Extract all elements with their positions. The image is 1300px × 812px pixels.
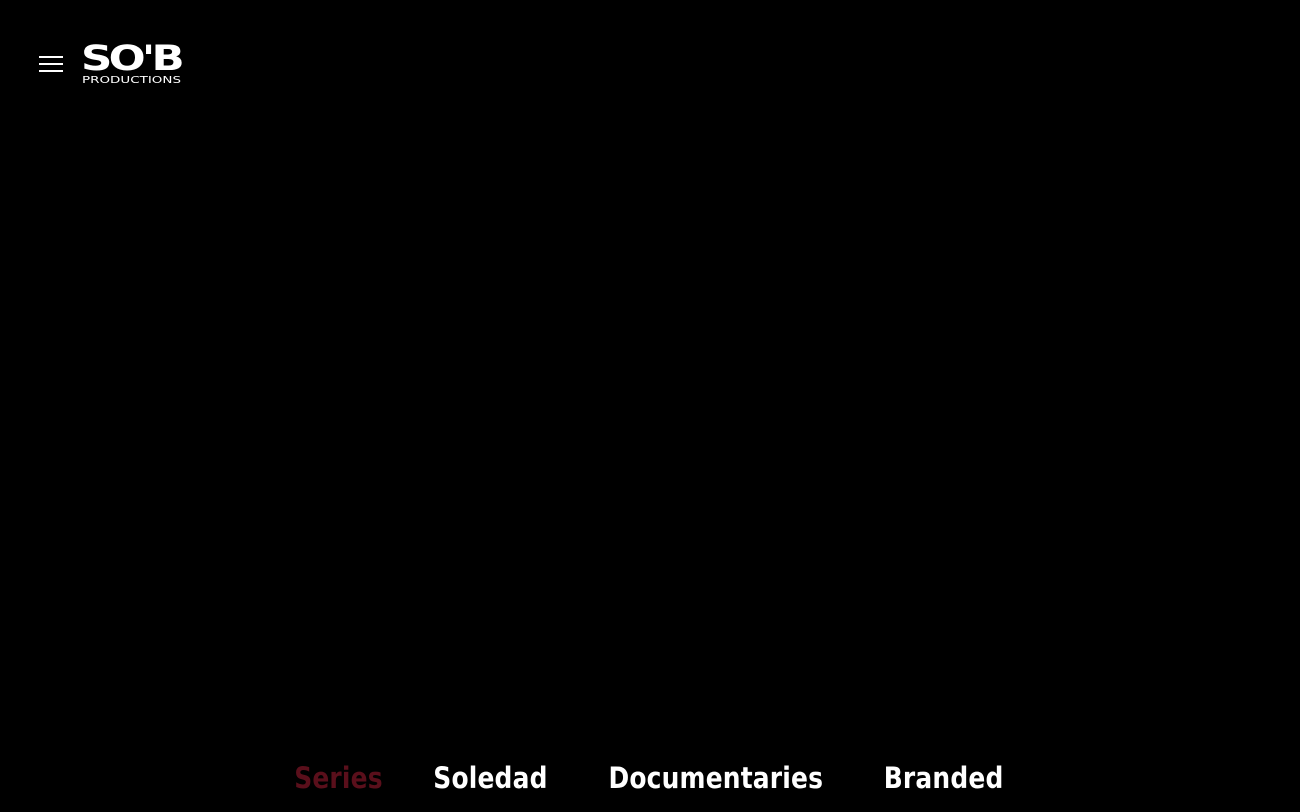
hero-video-area [0, 120, 1300, 740]
logo-main-text: SO'B [81, 39, 183, 79]
sob-productions-logo[interactable]: SO'B PRODUCTIONS [81, 38, 183, 86]
menu-bar-middle [39, 63, 63, 65]
logo-sub-text: PRODUCTIONS [82, 75, 181, 86]
nav-item-soledad[interactable]: Soledad [433, 752, 547, 804]
site-header: SO'B PRODUCTIONS [0, 0, 1300, 120]
menu-bar-bottom [39, 70, 63, 72]
nav-item-documentaries[interactable]: Documentaries [608, 752, 823, 804]
logo-graphic: SO'B PRODUCTIONS [81, 39, 183, 86]
menu-bar-top [39, 56, 63, 58]
hamburger-menu-icon[interactable] [36, 52, 66, 76]
nav-item-series[interactable]: Series [294, 752, 383, 804]
nav-item-branded[interactable]: Branded [884, 752, 1004, 804]
category-nav: Series Soledad Documentaries Branded [0, 752, 1300, 804]
